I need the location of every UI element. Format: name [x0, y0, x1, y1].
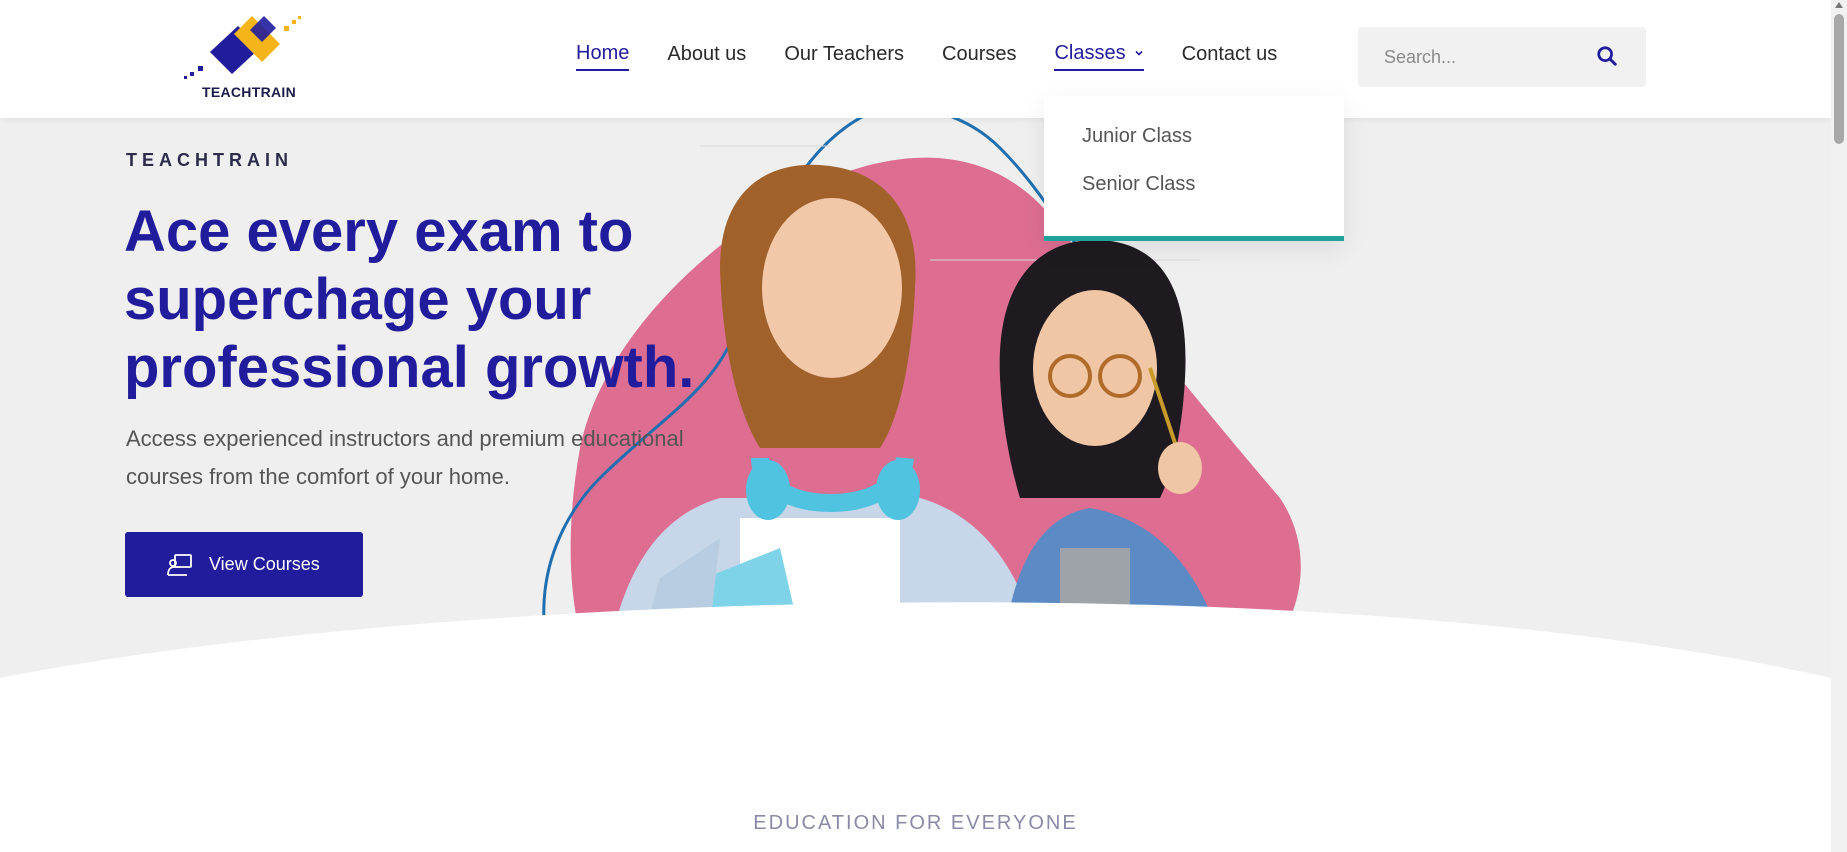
logo-text: TEACHTRAIN — [202, 84, 296, 100]
site-header: TEACHTRAIN Home About us Our Teachers Co… — [0, 0, 1831, 118]
teachtrain-logo-icon — [184, 16, 301, 79]
search-input[interactable] — [1384, 46, 1604, 68]
hero-headline: Ace every exam to superchage your profes… — [124, 199, 695, 400]
logo[interactable]: TEACHTRAIN — [180, 12, 310, 102]
classes-dropdown: Junior Class Senior Class — [1044, 96, 1344, 241]
nav-item-home[interactable]: Home — [576, 42, 630, 71]
scroll-up-arrow-icon[interactable] — [1835, 2, 1843, 8]
section-kicker: EDUCATION FOR EVERYONE — [753, 812, 1078, 834]
nav-item-classes-label: Classes — [1054, 41, 1126, 64]
dropdown-item-junior-class[interactable]: Junior Class — [1044, 122, 1344, 170]
dropdown-item-senior-class[interactable]: Senior Class — [1044, 170, 1344, 218]
page-scrollbar[interactable] — [1831, 0, 1847, 852]
hero-subtext: Access experienced instructors and premi… — [126, 426, 684, 489]
nav-item-about[interactable]: About us — [667, 43, 746, 70]
view-courses-label: View Courses — [209, 554, 320, 574]
hero-section: TEACHTRAIN Ace every exam to superchage … — [0, 118, 1831, 852]
search-icon[interactable] — [1596, 45, 1618, 67]
scrollbar-thumb[interactable] — [1834, 14, 1844, 144]
teacher-board-icon — [167, 553, 192, 576]
nav-item-courses[interactable]: Courses — [942, 43, 1016, 70]
nav-item-contact[interactable]: Contact us — [1182, 43, 1278, 70]
search-box — [1358, 27, 1646, 87]
nav-item-classes[interactable]: Classes — [1054, 41, 1144, 71]
nav-item-teachers[interactable]: Our Teachers — [784, 43, 904, 70]
view-courses-button[interactable]: View Courses — [125, 532, 363, 597]
chevron-down-icon — [1135, 50, 1143, 56]
